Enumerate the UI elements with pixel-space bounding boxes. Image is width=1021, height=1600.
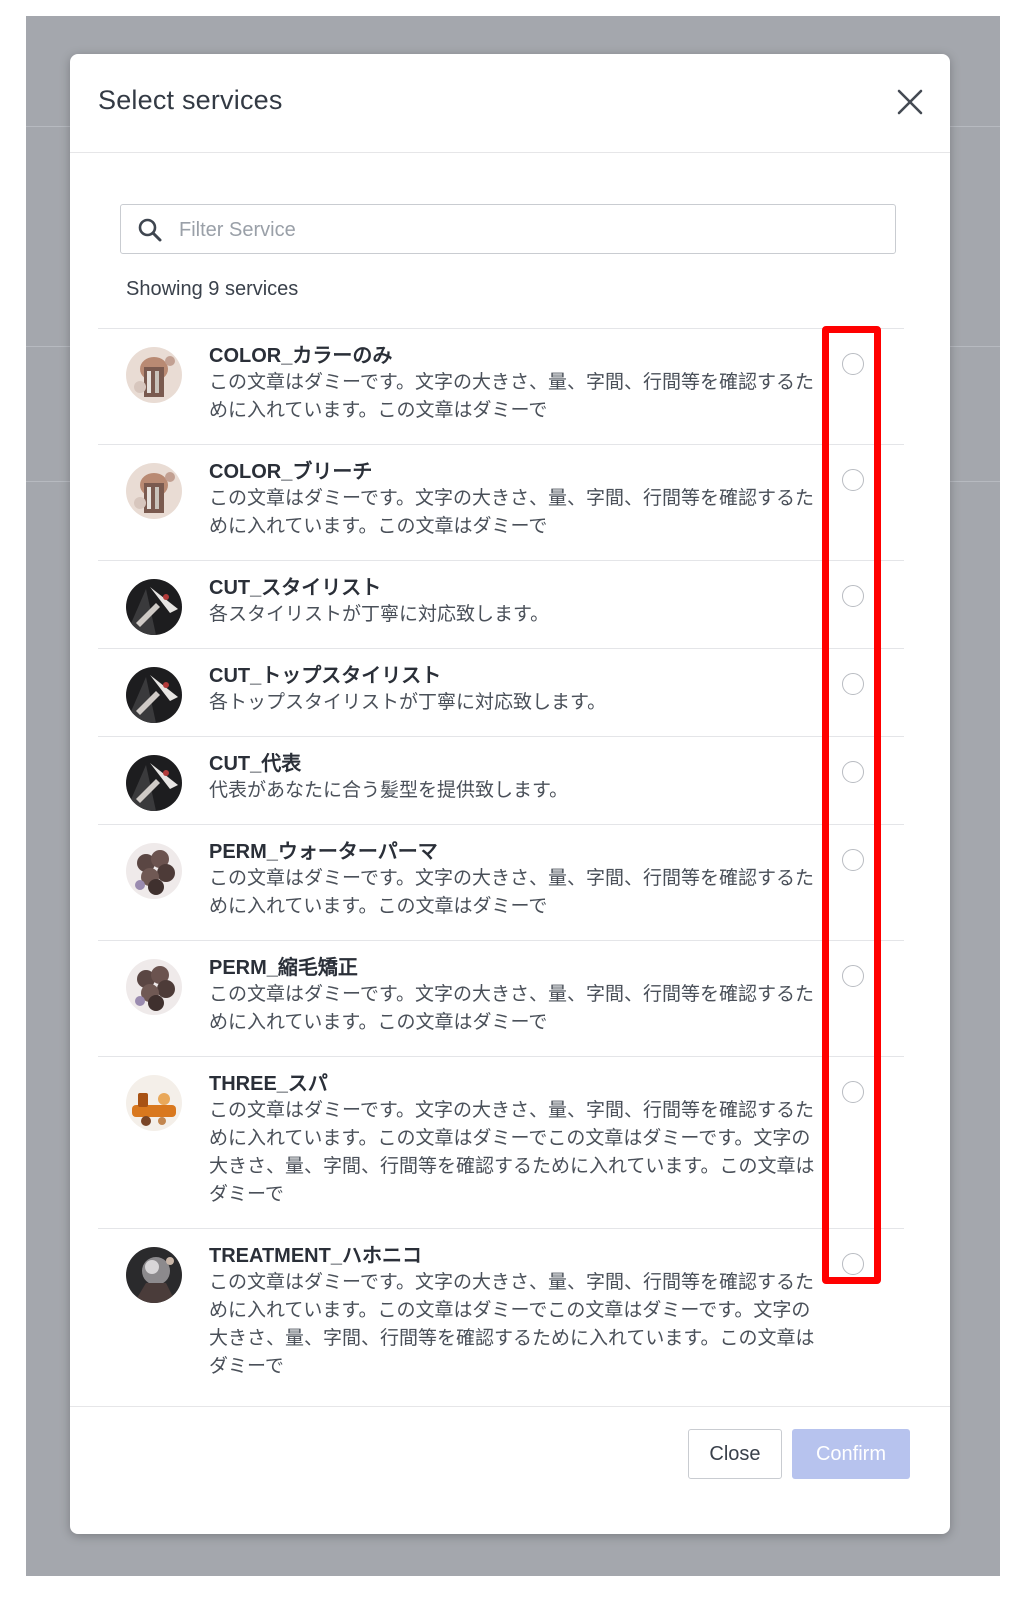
service-name: COLOR_ブリーチ (209, 461, 373, 483)
close-button[interactable]: Close (688, 1429, 782, 1479)
service-row[interactable]: THREE_スパこの文章はダミーです。文字の大きさ、量、字間、行間等を確認するた… (98, 1056, 904, 1228)
service-description: この文章はダミーです。文字の大きさ、量、字間、行間等を確認するために入れています… (209, 372, 814, 421)
service-name: CUT_代表 (209, 753, 302, 775)
services-count: Showing 9 services (126, 278, 299, 300)
service-avatar (126, 755, 182, 811)
service-description: 各スタイリストが丁寧に対応致します。 (209, 604, 550, 625)
service-avatar (126, 1075, 182, 1131)
modal-header: Select services (70, 54, 950, 153)
service-description: この文章はダミーです。文字の大きさ、量、字間、行間等を確認するために入れています… (209, 984, 814, 1033)
service-name: PERM_ウォーターパーマ (209, 841, 438, 863)
modal-title: Select services (98, 85, 283, 115)
confirm-button[interactable]: Confirm (792, 1429, 910, 1479)
service-row[interactable]: COLOR_ブリーチこの文章はダミーです。文字の大きさ、量、字間、行間等を確認す… (98, 444, 904, 560)
service-text: COLOR_カラーのみこの文章はダミーです。文字の大きさ、量、字間、行間等を確認… (209, 343, 819, 425)
service-description: この文章はダミーです。文字の大きさ、量、字間、行間等を確認するために入れています… (209, 488, 814, 537)
service-text: PERM_ウォーターパーマこの文章はダミーです。文字の大きさ、量、字間、行間等を… (209, 839, 819, 921)
service-name: THREE_スパ (209, 1073, 328, 1095)
service-avatar (126, 959, 182, 1015)
service-row[interactable]: CUT_代表代表があなたに合う髪型を提供致します。 (98, 736, 904, 824)
service-text: THREE_スパこの文章はダミーです。文字の大きさ、量、字間、行間等を確認するた… (209, 1071, 819, 1209)
service-radio[interactable] (842, 761, 864, 783)
service-row[interactable]: PERM_縮毛矯正この文章はダミーです。文字の大きさ、量、字間、行間等を確認する… (98, 940, 904, 1056)
service-radio[interactable] (842, 469, 864, 491)
select-services-dialog: Select services Showing 9 services COLOR… (70, 54, 950, 1534)
service-row[interactable]: CUT_トップスタイリスト各トップスタイリストが丁寧に対応致します。 (98, 648, 904, 736)
service-description: この文章はダミーです。文字の大きさ、量、字間、行間等を確認するために入れています… (209, 1272, 815, 1377)
service-avatar (126, 579, 182, 635)
service-text: PERM_縮毛矯正この文章はダミーです。文字の大きさ、量、字間、行間等を確認する… (209, 955, 819, 1037)
filter-service-input[interactable] (177, 205, 881, 255)
service-row[interactable]: TREATMENT_ハホニコこの文章はダミーです。文字の大きさ、量、字間、行間等… (98, 1228, 904, 1400)
service-description: この文章はダミーです。文字の大きさ、量、字間、行間等を確認するために入れています… (209, 1100, 815, 1205)
service-radio[interactable] (842, 673, 864, 695)
search-icon (137, 217, 163, 243)
service-radio[interactable] (842, 965, 864, 987)
service-row[interactable]: PERM_ウォーターパーマこの文章はダミーです。文字の大きさ、量、字間、行間等を… (98, 824, 904, 940)
service-text: CUT_トップスタイリスト各トップスタイリストが丁寧に対応致します。 (209, 663, 819, 717)
service-name: CUT_スタイリスト (209, 577, 382, 599)
service-row[interactable]: COLOR_カラーのみこの文章はダミーです。文字の大きさ、量、字間、行間等を確認… (98, 328, 904, 444)
service-radio[interactable] (842, 1081, 864, 1103)
service-name: PERM_縮毛矯正 (209, 957, 358, 979)
service-text: COLOR_ブリーチこの文章はダミーです。文字の大きさ、量、字間、行間等を確認す… (209, 459, 819, 541)
modal-footer: Close Confirm (70, 1406, 950, 1534)
service-name: TREATMENT_ハホニコ (209, 1245, 422, 1267)
service-row[interactable]: CUT_スタイリスト各スタイリストが丁寧に対応致します。 (98, 560, 904, 648)
service-name: CUT_トップスタイリスト (209, 665, 442, 687)
service-text: TREATMENT_ハホニコこの文章はダミーです。文字の大きさ、量、字間、行間等… (209, 1243, 819, 1381)
service-avatar (126, 843, 182, 899)
service-radio[interactable] (842, 849, 864, 871)
service-list: COLOR_カラーのみこの文章はダミーです。文字の大きさ、量、字間、行間等を確認… (98, 328, 904, 1400)
service-radio[interactable] (842, 585, 864, 607)
filter-service-box (120, 204, 896, 255)
service-radio[interactable] (842, 353, 864, 375)
service-text: CUT_スタイリスト各スタイリストが丁寧に対応致します。 (209, 575, 819, 629)
service-description: 代表があなたに合う髪型を提供致します。 (209, 780, 569, 801)
service-radio[interactable] (842, 1253, 864, 1275)
service-description: この文章はダミーです。文字の大きさ、量、字間、行間等を確認するために入れています… (209, 868, 814, 917)
service-text: CUT_代表代表があなたに合う髪型を提供致します。 (209, 751, 819, 805)
service-avatar (126, 347, 182, 403)
service-description: 各トップスタイリストが丁寧に対応致します。 (209, 692, 607, 713)
service-avatar (126, 463, 182, 519)
service-avatar (126, 1247, 182, 1303)
service-name: COLOR_カラーのみ (209, 345, 393, 367)
service-avatar (126, 667, 182, 723)
close-icon[interactable] (892, 84, 928, 120)
